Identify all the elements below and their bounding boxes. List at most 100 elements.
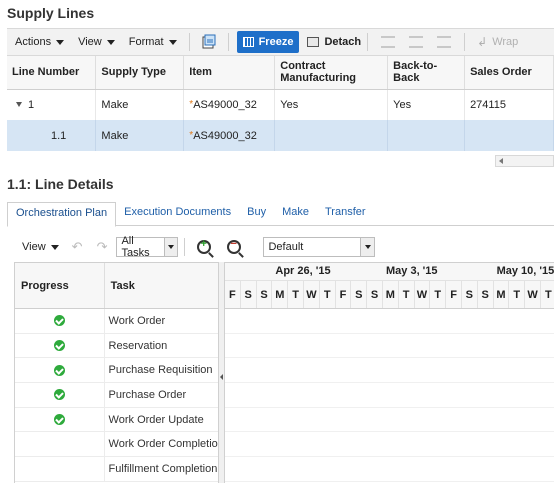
table-header-row: Line Number Supply Type Item Contract Ma…: [7, 56, 554, 90]
gantt-toolbar: View ↶ ↷ All Tasks Default: [14, 234, 554, 260]
progress-cell: [15, 432, 105, 457]
freeze-button[interactable]: Freeze: [236, 31, 300, 53]
progress-cell: [15, 383, 105, 407]
format-menu[interactable]: Format: [129, 36, 177, 48]
task-name-cell: Purchase Requisition: [108, 364, 213, 377]
tab-transfer[interactable]: Transfer: [317, 202, 374, 226]
check-circle-icon: [53, 414, 65, 426]
day-label: T: [430, 281, 447, 308]
tab-make[interactable]: Make: [274, 202, 317, 226]
week-label: Apr 26, '15: [275, 265, 331, 277]
day-label: F: [225, 281, 241, 308]
timeline-row[interactable]: [225, 383, 554, 408]
task-row[interactable]: Purchase Order: [15, 383, 218, 408]
task-row[interactable]: Reservation: [15, 333, 218, 359]
day-label: F: [446, 281, 462, 308]
timeline-row[interactable]: [225, 432, 554, 458]
tab-execution-documents[interactable]: Execution Documents: [116, 202, 239, 226]
timeline-weeks-header: Apr 26, '15 May 3, '15 May 10, '15: [225, 263, 554, 281]
task-name-cell: Work Order: [108, 314, 166, 327]
day-label: M: [494, 281, 510, 308]
day-label: W: [415, 281, 431, 308]
tab-orchestration-plan[interactable]: Orchestration Plan: [7, 202, 117, 227]
gantt-view-menu[interactable]: View: [22, 241, 59, 253]
day-label: T: [509, 281, 526, 308]
collapse-left-icon[interactable]: [220, 374, 223, 380]
supply-type-cell: Make: [95, 120, 185, 151]
chevron-down-icon: [168, 39, 177, 45]
sales-order-cell: 274115: [464, 89, 554, 120]
col-header-task[interactable]: Task: [105, 263, 218, 308]
check-circle-icon: [53, 315, 65, 327]
chevron-down-icon: [168, 245, 175, 249]
item-cell: *AS49000_32: [183, 89, 276, 120]
task-list-grid: Progress Task Work Order Reservation Purch…: [14, 262, 218, 483]
toolbar-divider: [464, 33, 466, 51]
day-label: S: [367, 281, 383, 308]
detach-button[interactable]: Detach: [307, 36, 361, 48]
timeline-row[interactable]: [225, 334, 554, 359]
unfreeze-columns-icon[interactable]: [409, 36, 424, 48]
day-label: M: [383, 281, 399, 308]
dropdown-button[interactable]: [163, 238, 178, 256]
actions-menu[interactable]: Actions: [15, 36, 65, 48]
gantt-splitter[interactable]: [218, 262, 225, 483]
task-row[interactable]: Work Order: [15, 309, 218, 334]
sales-order-cell: [464, 120, 554, 151]
toolbar-divider: [227, 33, 229, 51]
freeze-columns-icon[interactable]: [381, 36, 396, 48]
wrap-button[interactable]: ↲ Wrap: [477, 35, 518, 49]
col-header-supply-type[interactable]: Supply Type: [95, 56, 185, 90]
back-to-back-cell: Yes: [387, 89, 466, 120]
table-row[interactable]: 1 Make *AS49000_32 Yes Yes 274115: [7, 89, 554, 120]
day-label: F: [336, 281, 352, 308]
task-row[interactable]: Work Order Completion: [15, 432, 218, 458]
check-circle-icon: [53, 340, 65, 352]
zoom-out-icon[interactable]: [227, 238, 242, 254]
toolbar-divider: [188, 33, 190, 51]
wrap-arrow-icon: ↲: [477, 35, 488, 49]
col-header-line-number[interactable]: Line Number: [7, 56, 97, 90]
collapse-triangle-icon[interactable]: [16, 102, 22, 108]
undo-icon[interactable]: ↶: [72, 239, 83, 255]
task-name-cell: Reservation: [108, 339, 168, 352]
view-menu[interactable]: View: [78, 36, 115, 48]
week-label: May 3, '15: [386, 265, 438, 277]
check-circle-icon: [53, 364, 65, 376]
chevron-down-icon: [106, 39, 115, 45]
timeline-row[interactable]: [225, 358, 554, 384]
col-header-progress[interactable]: Progress: [15, 263, 105, 308]
col-header-back-to-back[interactable]: Back-to-Back: [387, 56, 466, 90]
timeline-row[interactable]: [225, 457, 554, 482]
tab-buy[interactable]: Buy: [239, 202, 274, 226]
dropdown-button[interactable]: [360, 238, 375, 256]
day-label: S: [462, 281, 478, 308]
task-row[interactable]: Work Order Update: [15, 407, 218, 433]
scroll-left-icon[interactable]: [499, 158, 503, 164]
col-header-sales-order[interactable]: Sales Order: [464, 56, 554, 90]
chevron-down-icon: [50, 244, 59, 250]
timeline-row[interactable]: [225, 408, 554, 433]
task-name-cell: Work Order Completion: [108, 438, 218, 451]
task-filter-select[interactable]: All Tasks: [116, 235, 179, 259]
export-icon[interactable]: [200, 33, 218, 51]
chevron-down-icon: [56, 39, 65, 45]
col-header-item[interactable]: Item: [183, 56, 276, 90]
progress-cell: [15, 358, 105, 383]
supply-lines-table: Line Number Supply Type Item Contract Ma…: [7, 56, 554, 151]
expand-columns-icon[interactable]: [437, 36, 452, 48]
day-label: T: [399, 281, 415, 308]
contract-mfg-cell: Yes: [274, 89, 389, 120]
redo-icon[interactable]: ↷: [97, 239, 108, 255]
col-header-contract-manufacturing[interactable]: Contract Manufacturing: [274, 56, 389, 90]
horizontal-scrollbar[interactable]: [495, 155, 554, 167]
table-row-selected[interactable]: 1.1 Make *AS49000_32: [7, 120, 554, 151]
task-row[interactable]: Purchase Requisition: [15, 358, 218, 384]
progress-cell: [15, 407, 105, 432]
task-row[interactable]: Fulfillment Completion: [15, 457, 218, 482]
timeline-row[interactable]: [225, 309, 554, 334]
supply-lines-title: Supply Lines: [7, 5, 95, 21]
zoom-in-icon[interactable]: [197, 238, 212, 254]
line-number-cell: 1.1: [7, 120, 97, 151]
time-scale-select[interactable]: Default: [263, 237, 376, 257]
